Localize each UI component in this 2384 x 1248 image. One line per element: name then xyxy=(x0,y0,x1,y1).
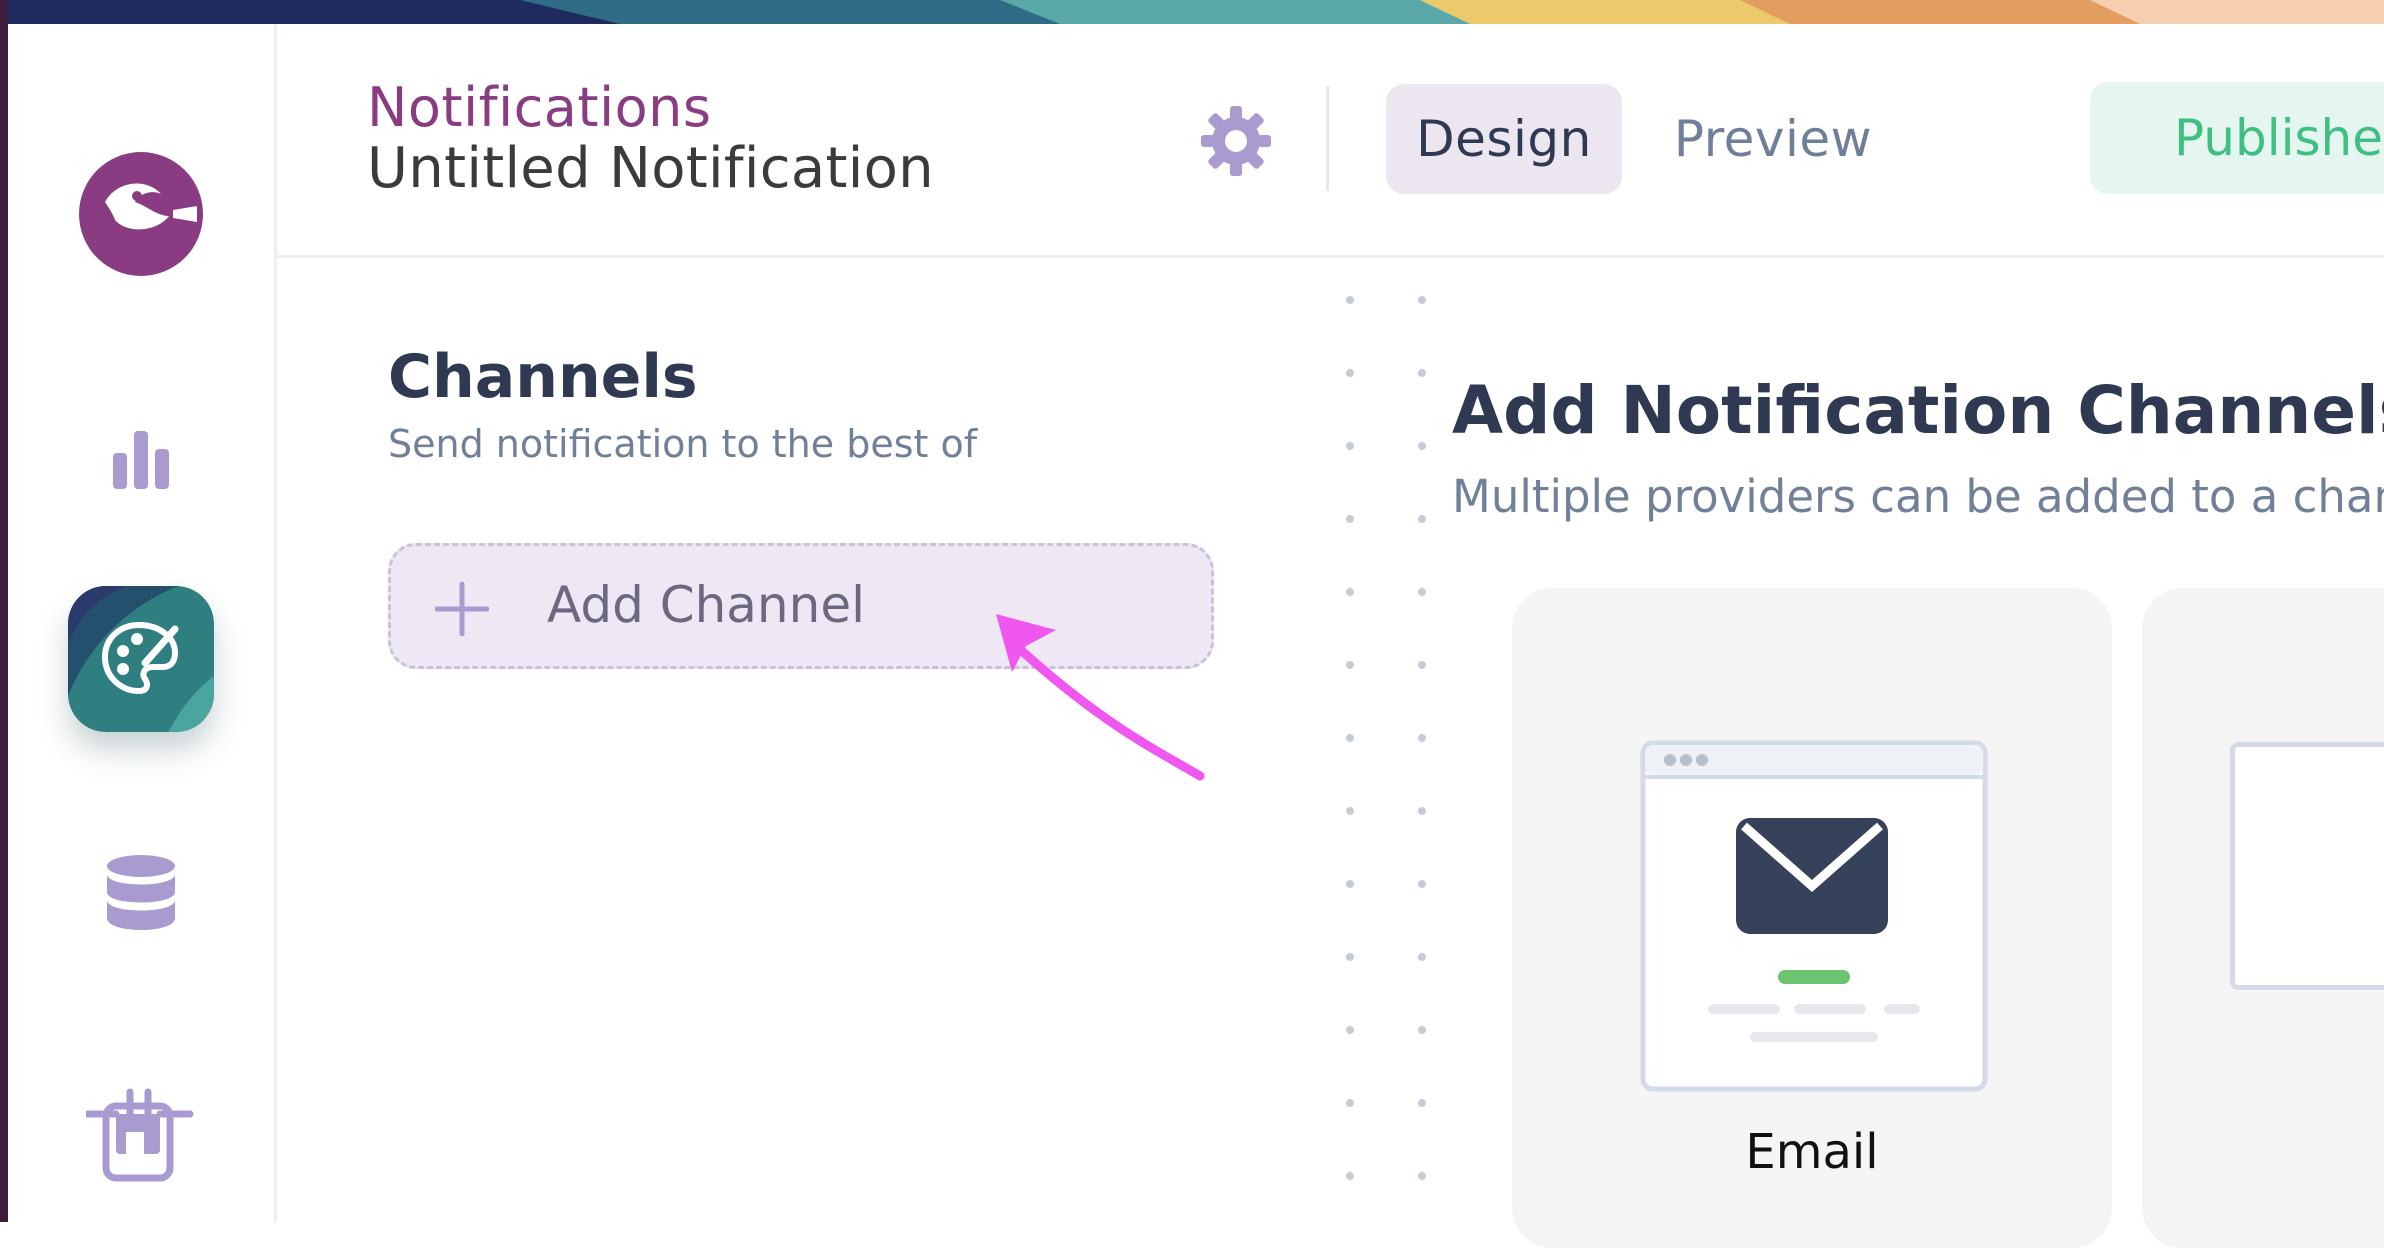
plus-icon xyxy=(435,582,489,636)
plug-icon xyxy=(86,1088,194,1182)
add-channels-title: Add Notification Channels xyxy=(1452,372,2384,449)
annotation-arrow xyxy=(996,614,1205,781)
window-illustration xyxy=(2230,742,2384,990)
published-status-button[interactable]: Published xyxy=(2090,82,2384,194)
page-title: Untitled Notification xyxy=(367,136,934,201)
nav-integrations[interactable] xyxy=(8,1064,274,1204)
gear-icon[interactable] xyxy=(1201,106,1271,176)
channel-card-label: Email xyxy=(1745,1124,1879,1180)
channels-subtitle: Send notification to the best of xyxy=(388,422,978,466)
database-icon xyxy=(107,855,175,930)
app-logo[interactable] xyxy=(8,124,274,304)
top-gradient-stripe xyxy=(0,0,2384,24)
header: Notifications Untitled Notification Desi… xyxy=(277,24,2384,258)
add-channel-label: Add Channel xyxy=(547,576,865,634)
nav-design[interactable] xyxy=(8,579,274,739)
tab-preview[interactable]: Preview xyxy=(1660,84,1886,194)
sidebar xyxy=(8,24,277,1222)
email-window-illustration xyxy=(1640,740,1988,1092)
channel-card[interactable] xyxy=(2142,588,2384,1248)
logo-icon xyxy=(79,152,203,276)
channels-title: Channels xyxy=(388,342,698,412)
design-tile xyxy=(68,586,214,732)
window-edge xyxy=(0,0,8,1222)
dotted-divider xyxy=(1346,296,1426,1180)
nav-data[interactable] xyxy=(8,824,274,964)
header-divider xyxy=(1326,86,1329,191)
channel-card-email[interactable]: Email xyxy=(1512,588,2112,1248)
bar-chart-icon xyxy=(113,431,169,489)
palette-icon xyxy=(101,621,179,695)
breadcrumb[interactable]: Notifications xyxy=(367,76,711,139)
tab-design[interactable]: Design xyxy=(1386,84,1622,194)
nav-analytics[interactable] xyxy=(8,394,274,524)
add-channels-subtitle: Multiple providers can be added to a cha… xyxy=(1452,470,2384,523)
